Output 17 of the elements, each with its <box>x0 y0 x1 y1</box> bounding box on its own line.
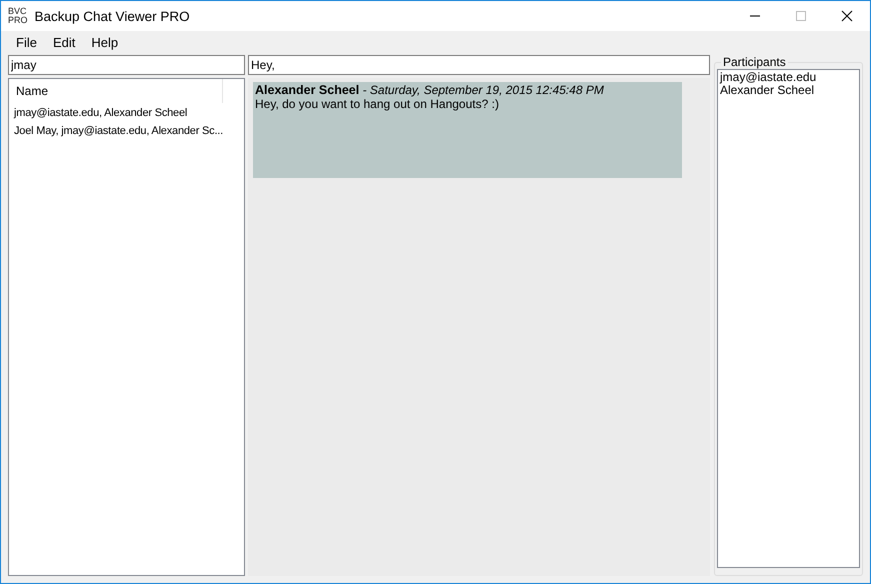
menu-item[interactable]: Edit <box>44 35 84 50</box>
menu-item[interactable]: Help <box>83 35 126 50</box>
search-field[interactable]: jmay <box>8 55 245 75</box>
message-time: - Saturday, September 19, 2015 12:45:48 PM <box>362 83 604 97</box>
conversation-row[interactable]: jmay@iastate.edu, Alexander Scheel <box>9 104 244 122</box>
message-text: Hey, do you want to hang out on Hangouts? :) <box>255 97 500 111</box>
window-title: Backup Chat Viewer PRO <box>34 8 190 24</box>
message-search-field[interactable]: Hey, <box>248 55 710 75</box>
app-logo-icon: BVC PRO <box>8 7 28 25</box>
message-sender: Alexander Scheel <box>255 83 360 97</box>
participant-item[interactable]: jmay@iastate.edu <box>720 71 857 84</box>
column-header[interactable]: Name <box>9 79 223 103</box>
close-icon[interactable] <box>841 10 853 22</box>
conversation-row[interactable]: Joel May, jmay@iastate.edu, Alexander Sc... <box>9 122 244 140</box>
group-title: Participants <box>721 55 788 69</box>
menu-item[interactable]: File <box>8 35 45 50</box>
participant-item[interactable]: Alexander Scheel <box>720 84 857 97</box>
